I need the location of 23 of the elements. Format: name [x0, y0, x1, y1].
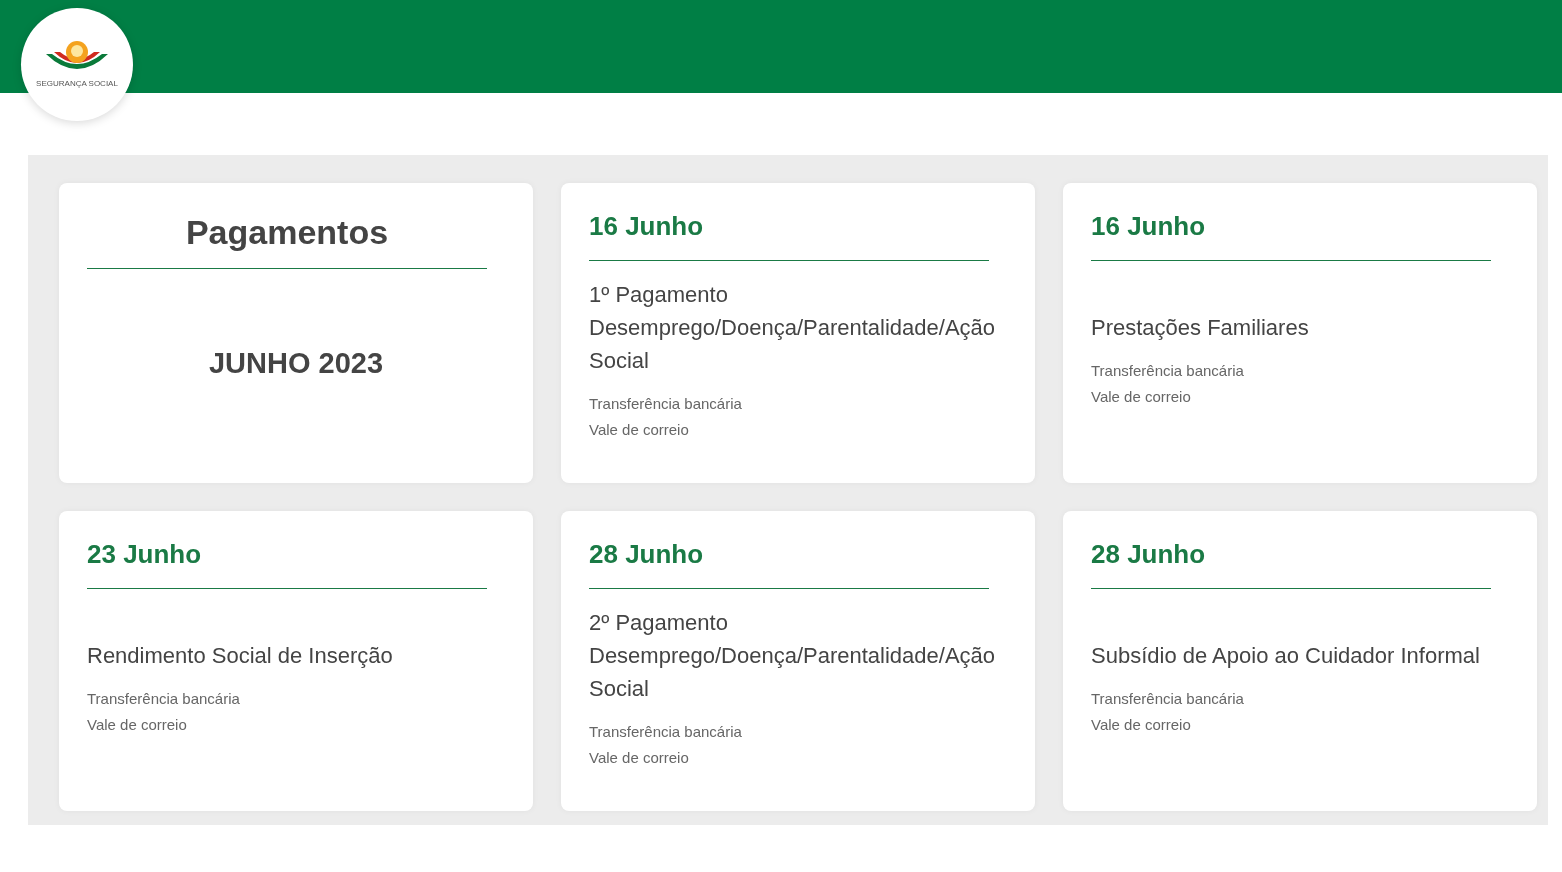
payment-date: 23 Junho — [87, 535, 487, 589]
payment-method: Transferência bancária — [589, 721, 743, 742]
payment-method: Transferência bancária — [1091, 688, 1245, 709]
payment-method: Vale de correio — [87, 714, 188, 735]
benefit-name: Prestações Familiares — [1091, 313, 1310, 342]
payment-date: 28 Junho — [1091, 535, 1491, 589]
payment-method: Vale de correio — [589, 419, 690, 440]
payment-method: Vale de correio — [1091, 714, 1192, 735]
payment-date: 16 Junho — [1091, 207, 1491, 261]
benefit-name: 1º Pagamento Desemprego/Doença/Parentalidade/Ação Social — [589, 280, 997, 375]
benefit-name: 2º Pagamento Desemprego/Doença/Parentalidade/Ação Social — [589, 608, 997, 703]
month-label: JUNHO 2023 — [207, 346, 385, 382]
payment-method: Vale de correio — [1091, 386, 1192, 407]
payment-date: 28 Junho — [589, 535, 989, 589]
payment-method: Transferência bancária — [87, 688, 241, 709]
benefit-name: Rendimento Social de Inserção — [87, 641, 394, 670]
payment-method: Vale de correio — [589, 747, 690, 768]
card-title: Pagamentos — [87, 207, 487, 269]
logo-text: SEGURANÇA SOCIAL — [36, 77, 118, 90]
payment-method: Transferência bancária — [589, 393, 743, 414]
payment-method: Transferência bancária — [1091, 360, 1245, 381]
benefit-name: Subsídio de Apoio ao Cuidador Informal — [1091, 641, 1481, 670]
payment-date: 16 Junho — [589, 207, 989, 261]
